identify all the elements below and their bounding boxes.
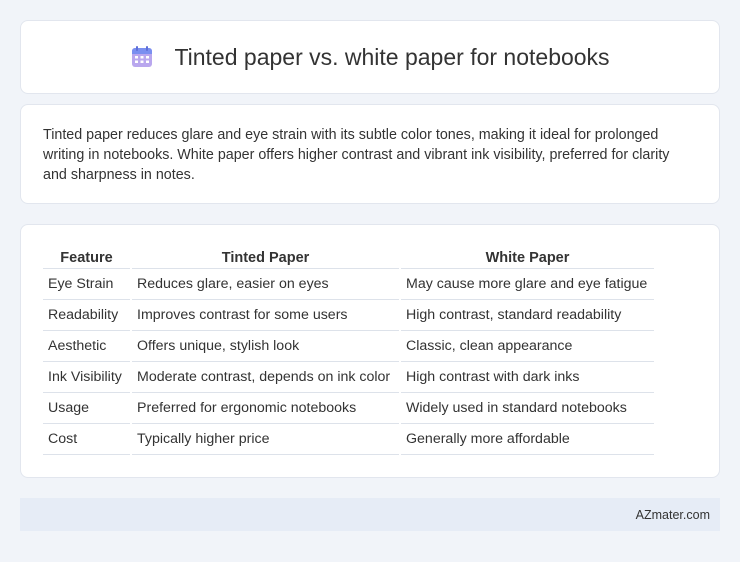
comparison-table: Feature Tinted Paper White Paper Eye Str… bbox=[41, 247, 656, 455]
header-feature: Feature bbox=[43, 247, 130, 269]
feature-cell: Eye Strain bbox=[43, 269, 130, 300]
feature-cell: Ink Visibility bbox=[43, 362, 130, 393]
page-title: Tinted paper vs. white paper for noteboo… bbox=[174, 43, 610, 70]
table-header-row: Feature Tinted Paper White Paper bbox=[43, 247, 654, 269]
table-row: Ink Visibility Moderate contrast, depend… bbox=[43, 362, 654, 393]
white-cell: Widely used in standard notebooks bbox=[401, 393, 654, 424]
table-row: Eye Strain Reduces glare, easier on eyes… bbox=[43, 269, 654, 300]
table-row: Cost Typically higher price Generally mo… bbox=[43, 424, 654, 455]
tinted-cell: Offers unique, stylish look bbox=[132, 331, 399, 362]
white-cell: Classic, clean appearance bbox=[401, 331, 654, 362]
tinted-cell: Reduces glare, easier on eyes bbox=[132, 269, 399, 300]
white-cell: May cause more glare and eye fatigue bbox=[401, 269, 654, 300]
white-cell: High contrast, standard readability bbox=[401, 300, 654, 331]
footer-site-link[interactable]: AZmater.com bbox=[636, 508, 710, 522]
title-card: Tinted paper vs. white paper for noteboo… bbox=[20, 20, 720, 94]
white-cell: High contrast with dark inks bbox=[401, 362, 654, 393]
table-row: Aesthetic Offers unique, stylish look Cl… bbox=[43, 331, 654, 362]
header-white-paper: White Paper bbox=[401, 247, 654, 269]
feature-cell: Cost bbox=[43, 424, 130, 455]
table-row: Readability Improves contrast for some u… bbox=[43, 300, 654, 331]
summary-text: Tinted paper reduces glare and eye strai… bbox=[43, 127, 670, 183]
summary-card: Tinted paper reduces glare and eye strai… bbox=[20, 104, 720, 204]
footer-bar: AZmater.com bbox=[20, 498, 720, 531]
feature-cell: Usage bbox=[43, 393, 130, 424]
comparison-table-card: Feature Tinted Paper White Paper Eye Str… bbox=[20, 224, 720, 478]
tinted-cell: Moderate contrast, depends on ink color bbox=[132, 362, 399, 393]
header-tinted-paper: Tinted Paper bbox=[132, 247, 399, 269]
calendar-icon bbox=[132, 46, 153, 67]
feature-cell: Aesthetic bbox=[43, 331, 130, 362]
table-row: Usage Preferred for ergonomic notebooks … bbox=[43, 393, 654, 424]
white-cell: Generally more affordable bbox=[401, 424, 654, 455]
tinted-cell: Typically higher price bbox=[132, 424, 399, 455]
tinted-cell: Preferred for ergonomic notebooks bbox=[132, 393, 399, 424]
tinted-cell: Improves contrast for some users bbox=[132, 300, 399, 331]
feature-cell: Readability bbox=[43, 300, 130, 331]
